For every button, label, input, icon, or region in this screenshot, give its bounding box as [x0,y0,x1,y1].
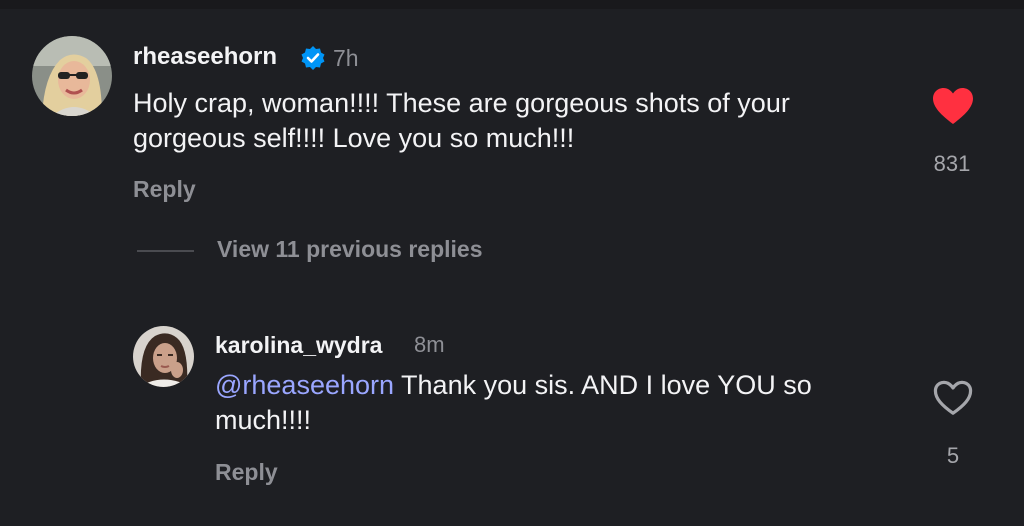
comment-timestamp: 7h [333,45,359,71]
reply-username[interactable]: karolina_wydra [215,332,382,359]
reply-button[interactable]: Reply [215,459,278,486]
comments-screen: rheaseehorn 7h Holy crap, woman!!!! Thes… [0,0,1024,526]
heart-outline-icon[interactable] [932,379,974,422]
reply-text: @rheaseehorn Thank you sis. AND I love Y… [215,368,895,438]
comment-username[interactable]: rheaseehorn [133,43,277,71]
mention-link[interactable]: @rheaseehorn [215,370,394,400]
reply-timestamp: 8m [414,332,445,357]
avatar-photo-icon [32,36,112,116]
comment-text: Holy crap, woman!!!! These are gorgeous … [133,88,790,153]
avatar[interactable] [32,36,112,116]
heart-filled-icon[interactable] [931,86,975,131]
avatar-photo-icon [133,326,194,387]
replies-divider [137,250,194,252]
view-previous-replies-button[interactable]: View 11 previous replies [217,236,483,263]
like-count: 5 [946,443,960,468]
reply-button[interactable]: Reply [133,176,196,203]
verified-badge-icon [300,45,326,76]
avatar[interactable] [133,326,194,387]
like-count: 831 [933,151,971,176]
top-divider [0,0,1024,9]
